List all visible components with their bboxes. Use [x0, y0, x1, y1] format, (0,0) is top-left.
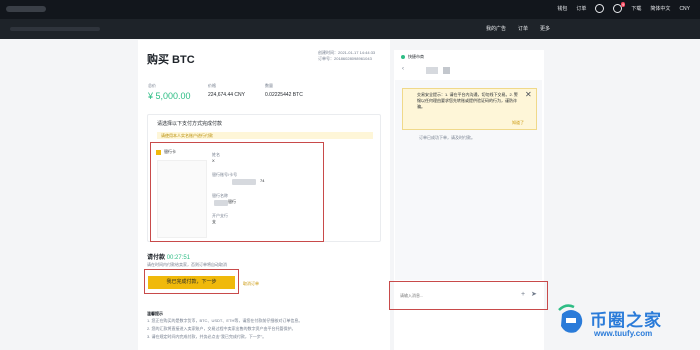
qty-stat: 数量 0.02225442 BTC	[265, 83, 303, 98]
highlight-chat-input	[389, 281, 548, 310]
order-meta: 创建时间：2021-01-17 14:44:33 订单号：20186028098…	[318, 50, 375, 62]
notification-badge: 9	[621, 2, 626, 7]
price-value: 224,674.44 CNY	[208, 92, 245, 98]
price-label: 价格	[208, 83, 216, 88]
note-item: 3. 请在规定时间内完成付款，并务必点击"我已完成付款，下一步"。	[147, 334, 267, 339]
highlight-pay-button	[144, 269, 239, 294]
merchant-name-redacted	[426, 67, 438, 74]
qty-label: 数量	[265, 83, 273, 88]
chevron-left-icon[interactable]: ‹	[402, 66, 404, 72]
cancel-order-link[interactable]: 取消订单	[243, 281, 259, 287]
user-icon[interactable]	[595, 4, 605, 13]
amount-label: 总价	[148, 83, 156, 88]
qty-value: 0.02225442 BTC	[265, 92, 303, 98]
price-stat: 价格 224,674.44 CNY	[208, 83, 245, 98]
pay-title: 请付款	[147, 255, 166, 261]
watermark-url: www.tuufy.com	[594, 329, 653, 338]
nav-orders[interactable]: 订单	[576, 5, 586, 12]
logo[interactable]	[6, 6, 46, 12]
sub-nav-blurred	[10, 27, 100, 31]
watermark-logo-icon	[558, 304, 583, 333]
sub-nav-menu: 我的广告 订单 更多	[486, 25, 550, 32]
nav-download[interactable]: 下载	[631, 5, 641, 12]
online-status-icon	[401, 55, 405, 59]
page-title: 购买 BTC	[147, 54, 195, 66]
subnav-my-ads[interactable]: 我的广告	[486, 25, 506, 32]
subnav-orders[interactable]: 订单	[518, 25, 528, 32]
payment-notice: 请使用本人实名账户进行付款	[157, 132, 373, 139]
note-item: 2. 您的汇款将直接进入卖家账户，交易过程中卖家出售的数字资产由平台托管保护。	[147, 326, 296, 331]
pay-hint: 请在时间内付款给卖家，否则订单将自动取消	[147, 262, 227, 267]
amount-stat: 总价 ¥ 5,000.00	[148, 83, 191, 101]
top-navbar: 钱包 订单 9 下载 简体中文 CNY	[0, 0, 700, 19]
nav-currency[interactable]: CNY	[679, 6, 690, 12]
nav-language[interactable]: 简体中文	[650, 5, 670, 12]
notes-title: 温馨提示	[147, 311, 163, 316]
warning-ok-link[interactable]: 知道了	[512, 120, 524, 126]
chat-title: 快捷市商	[408, 54, 424, 59]
pay-timer: 00:27:51	[166, 255, 191, 261]
pay-countdown: 请付款 00:27:51	[147, 252, 190, 261]
merchant-badge	[443, 67, 450, 74]
highlight-payment-details	[150, 142, 324, 242]
nav-wallet[interactable]: 钱包	[557, 5, 567, 12]
sub-navbar: 我的广告 订单 更多	[0, 19, 700, 39]
top-nav-menu: 钱包 订单 9 下载 简体中文 CNY	[557, 2, 690, 13]
watermark-title: 币圈之家	[590, 311, 662, 330]
payment-section-title: 请选择以下支付方式完成付款	[157, 121, 223, 127]
bell-icon[interactable]: 9	[613, 2, 626, 13]
chat-header: 快捷市商	[401, 54, 424, 60]
amount-value: ¥ 5,000.00	[148, 91, 191, 101]
close-icon[interactable]: ✕	[525, 91, 532, 99]
order-number[interactable]: 订单号：20186028098961043	[318, 56, 375, 62]
subnav-more[interactable]: 更多	[540, 25, 550, 32]
note-item: 1. 您正在购买的是数字货币，BTC、USDT、ETH等，请您在付款前仔细核对订…	[147, 318, 303, 323]
system-message: 订单已成功下单，请及时付款。	[419, 135, 475, 140]
